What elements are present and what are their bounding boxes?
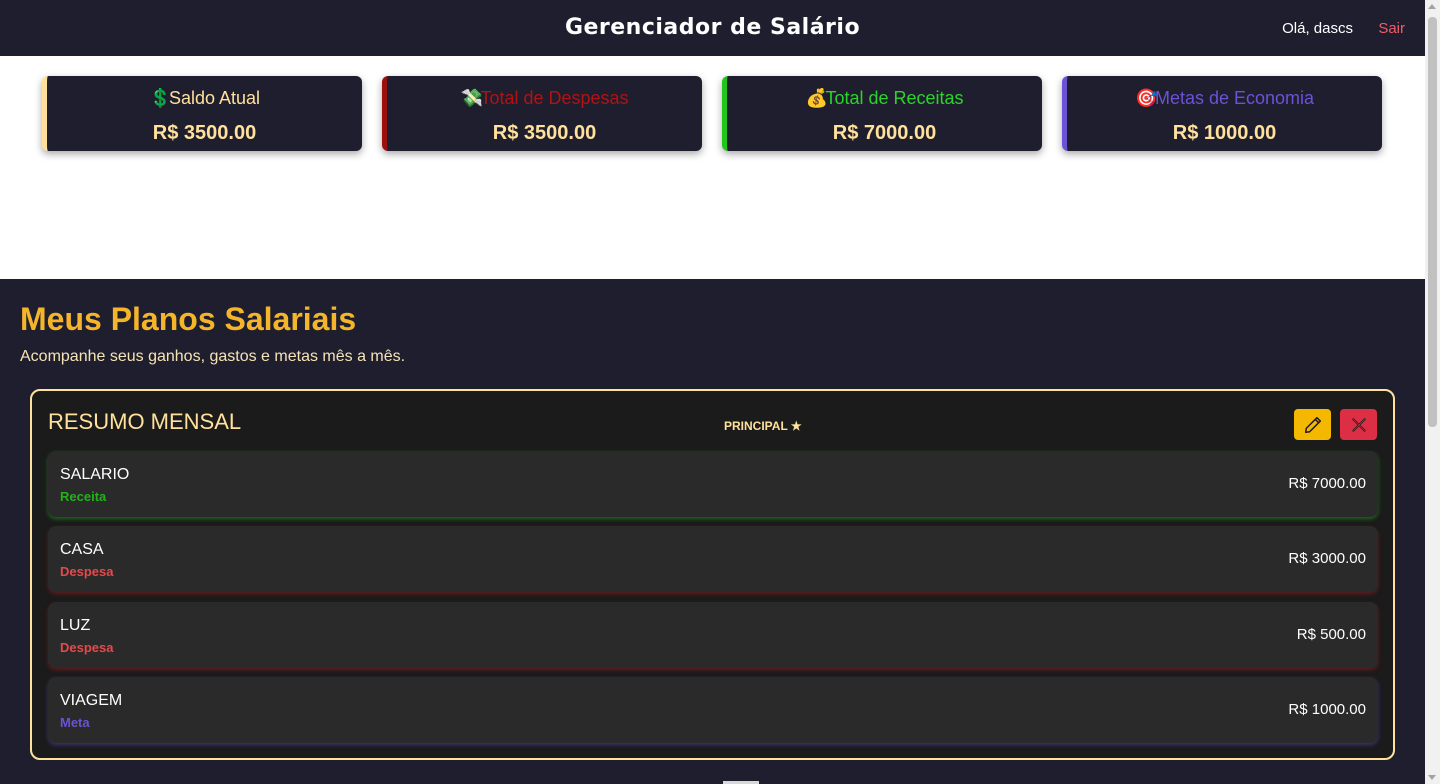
page-title: Meus Planos Salariais (20, 301, 357, 337)
principal-badge: PRINCIPAL ★ (724, 419, 802, 433)
item-type: Receita (60, 489, 107, 504)
logout-link[interactable]: Sair (1378, 20, 1405, 37)
edit-plan-button[interactable] (1294, 409, 1331, 440)
item-type: Despesa (60, 564, 114, 579)
plan-item-row: VIAGEM Meta R$ 1000.00 (48, 677, 1378, 743)
item-type: Meta (60, 715, 90, 730)
summary-card-value: R$ 7000.00 (832, 122, 937, 144)
item-amount: R$ 3000.00 (1288, 550, 1366, 567)
user-greeting: Olá, dascs (1282, 20, 1353, 37)
money-bag-icon: 💰 (805, 88, 828, 108)
item-name: VIAGEM (60, 692, 123, 709)
item-name: CASA (60, 541, 104, 558)
scroll-up-icon[interactable] (1428, 4, 1436, 9)
scrollbar-thumb[interactable] (1428, 17, 1437, 427)
summary-card-label: 💸Total de Despesas (460, 88, 629, 108)
summary-card-despesas: 💸Total de Despesas R$ 3500.00 (382, 76, 702, 151)
summary-card-value: R$ 3500.00 (152, 122, 257, 144)
summary-card-value: R$ 3500.00 (492, 122, 597, 144)
page-subtitle: Acompanhe seus ganhos, gastos e metas mê… (20, 348, 406, 365)
pencil-icon (1304, 416, 1321, 433)
scroll-down-icon[interactable] (1428, 775, 1436, 780)
delete-plan-button[interactable] (1340, 409, 1377, 440)
target-icon: 🎯 (1134, 88, 1158, 108)
plans-section: Meus Planos Salariais Acompanhe seus gan… (0, 279, 1425, 784)
summary-card-value: R$ 1000.00 (1172, 122, 1277, 144)
money-with-wings-icon: 💸 (460, 88, 483, 108)
item-amount: R$ 1000.00 (1288, 701, 1366, 718)
summary-card-label: 💰Total de Receitas (805, 88, 964, 108)
summary-card-metas: 🎯Metas de Economia R$ 1000.00 (1062, 76, 1382, 151)
item-amount: R$ 7000.00 (1288, 475, 1366, 492)
app-title: Gerenciador de Salário (564, 15, 861, 40)
plan-title: RESUMO MENSAL (48, 409, 242, 434)
close-icon (1351, 417, 1366, 432)
vertical-scrollbar[interactable] (1425, 0, 1440, 784)
summary-card-receitas: 💰Total de Receitas R$ 7000.00 (722, 76, 1042, 151)
dollar-icon: 💲 (148, 88, 172, 108)
summary-card-saldo: 💲Saldo Atual R$ 3500.00 (42, 76, 362, 151)
summary-card-label: 🎯Metas de Economia (1134, 88, 1315, 108)
plan-item-row: LUZ Despesa R$ 500.00 (48, 602, 1378, 668)
plan-item-row: SALARIO Receita R$ 7000.00 (48, 451, 1378, 517)
plan-item-row: CASA Despesa R$ 3000.00 (48, 526, 1378, 592)
item-name: SALARIO (60, 466, 130, 483)
item-name: LUZ (60, 617, 91, 634)
plan-card: RESUMO MENSAL PRINCIPAL ★ SALARIO Receit… (30, 389, 1395, 760)
summary-card-label: 💲Saldo Atual (148, 88, 261, 108)
summary-band: 💲Saldo Atual R$ 3500.00 💸Total de Despes… (0, 56, 1425, 279)
top-header: Gerenciador de Salário Olá, dascs Sair (0, 0, 1425, 56)
item-type: Despesa (60, 640, 114, 655)
item-amount: R$ 500.00 (1296, 626, 1366, 643)
